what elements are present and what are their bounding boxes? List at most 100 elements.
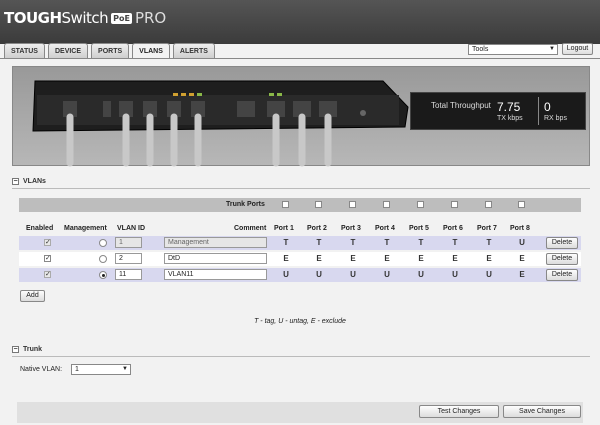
trunk-port-1-checkbox[interactable] [282, 201, 289, 208]
logout-button[interactable]: Logout [562, 43, 593, 55]
logo-tough: TOUGH [4, 9, 62, 27]
col-port-1: Port 1 [274, 225, 294, 232]
product-logo: TOUGH Switch PoE PRO [4, 9, 166, 27]
trunk-ports-label: Trunk Ports [226, 201, 265, 208]
tab-device[interactable]: DEVICE [47, 43, 89, 58]
delete-vlan-button[interactable]: Delete [546, 253, 578, 265]
col-management: Management [64, 225, 107, 232]
col-vlan-id: VLAN ID [117, 225, 145, 232]
delete-vlan-button[interactable]: Delete [546, 237, 578, 249]
chevron-down-icon: ▼ [549, 46, 555, 52]
vlan-port-5-mode[interactable]: E [414, 254, 428, 263]
trunk-port-7-checkbox[interactable] [485, 201, 492, 208]
native-vlan-select[interactable]: 1 ▼ [71, 364, 131, 375]
vlan-comment-input[interactable]: DtD [164, 253, 267, 264]
vlan-port-1-mode[interactable]: E [279, 254, 293, 263]
native-vlan-label: Native VLAN: [20, 366, 63, 373]
vlan-port-7-mode[interactable]: T [482, 238, 496, 247]
section-divider [12, 188, 590, 189]
vlan-port-5-mode[interactable]: T [414, 238, 428, 247]
col-port-2: Port 2 [307, 225, 327, 232]
trunk-port-4-checkbox[interactable] [383, 201, 390, 208]
main-tabs: STATUS DEVICE PORTS VLANS ALERTS [4, 43, 218, 59]
vlan-port-3-mode[interactable]: U [346, 270, 360, 279]
save-changes-button[interactable]: Save Changes [503, 405, 581, 418]
tab-ports[interactable]: PORTS [91, 43, 130, 58]
vlan-port-8-mode[interactable]: E [515, 254, 529, 263]
trunk-port-8-checkbox[interactable] [518, 201, 525, 208]
top-header: TOUGH Switch PoE PRO [0, 0, 600, 44]
collapse-icon[interactable]: − [12, 178, 19, 185]
vlan-port-8-mode[interactable]: E [515, 270, 529, 279]
switch-device-illustration [32, 80, 409, 167]
rx-value: 0 [544, 100, 551, 114]
vlan-id-input[interactable]: 2 [115, 253, 142, 264]
vlan-enabled-checkbox[interactable] [44, 254, 51, 262]
vlan-port-2-mode[interactable]: E [312, 254, 326, 263]
vlan-port-6-mode[interactable]: E [448, 254, 462, 263]
vlans-section-title: VLANs [23, 178, 46, 185]
vlan-port-2-mode[interactable]: U [312, 270, 326, 279]
vlan-comment-input[interactable]: Management [164, 237, 267, 248]
vlan-port-7-mode[interactable]: U [482, 270, 496, 279]
vlans-section-header[interactable]: − VLANs [12, 178, 46, 185]
col-port-6: Port 6 [443, 225, 463, 232]
vlan-port-2-mode[interactable]: T [312, 238, 326, 247]
tab-divider [0, 58, 600, 59]
trunk-port-2-checkbox[interactable] [315, 201, 322, 208]
logo-pro: PRO [134, 9, 167, 27]
add-vlan-button[interactable]: Add [20, 290, 45, 302]
vlan-enabled-checkbox[interactable] [44, 238, 51, 246]
vlan-port-3-mode[interactable]: T [346, 238, 360, 247]
vlan-id-input[interactable]: 11 [115, 269, 142, 280]
col-enabled: Enabled [26, 225, 54, 232]
vlan-management-radio[interactable] [99, 239, 107, 247]
logo-switch: Switch [61, 9, 109, 27]
tx-label: TX kbps [497, 115, 523, 122]
col-port-5: Port 5 [409, 225, 429, 232]
vlan-port-6-mode[interactable]: T [448, 238, 462, 247]
col-comment: Comment [234, 225, 267, 232]
vlan-comment-input[interactable]: VLAN11 [164, 269, 267, 280]
vlan-port-4-mode[interactable]: U [380, 270, 394, 279]
tab-vlans[interactable]: VLANS [132, 43, 170, 59]
trunk-port-3-checkbox[interactable] [349, 201, 356, 208]
tools-dropdown[interactable]: Tools ▼ [468, 44, 558, 55]
trunk-port-5-checkbox[interactable] [417, 201, 424, 208]
throughput-divider [538, 97, 539, 125]
col-port-4: Port 4 [375, 225, 395, 232]
logo-poe-badge: PoE [111, 12, 132, 24]
col-port-8: Port 8 [510, 225, 530, 232]
col-port-3: Port 3 [341, 225, 361, 232]
delete-vlan-button[interactable]: Delete [546, 269, 578, 281]
trunk-section-header[interactable]: − Trunk [12, 346, 42, 353]
vlan-port-1-mode[interactable]: T [279, 238, 293, 247]
col-port-7: Port 7 [477, 225, 497, 232]
rx-label: RX bps [544, 115, 567, 122]
vlan-port-1-mode[interactable]: U [279, 270, 293, 279]
native-vlan-value: 1 [75, 366, 79, 373]
vlan-id-input[interactable]: 1 [115, 237, 142, 248]
tools-dropdown-value: Tools [472, 46, 489, 53]
vlan-management-radio[interactable] [99, 255, 107, 263]
vlan-port-3-mode[interactable]: E [346, 254, 360, 263]
vlan-port-5-mode[interactable]: U [414, 270, 428, 279]
vlan-port-4-mode[interactable]: E [380, 254, 394, 263]
trunk-ports-bar [19, 198, 581, 212]
tab-status[interactable]: STATUS [4, 43, 45, 58]
collapse-icon[interactable]: − [12, 346, 19, 353]
vlan-port-8-mode[interactable]: U [515, 238, 529, 247]
vlan-port-7-mode[interactable]: E [482, 254, 496, 263]
vlan-management-radio[interactable] [99, 271, 107, 279]
section-divider [12, 356, 590, 357]
total-throughput-panel: Total Throughput 7.75 TX kbps 0 RX bps [410, 92, 586, 130]
vlan-port-6-mode[interactable]: U [448, 270, 462, 279]
trunk-section-title: Trunk [23, 346, 43, 353]
trunk-port-6-checkbox[interactable] [451, 201, 458, 208]
test-changes-button[interactable]: Test Changes [419, 405, 499, 418]
vlan-port-4-mode[interactable]: T [380, 238, 394, 247]
throughput-title: Total Throughput [431, 101, 491, 110]
tab-alerts[interactable]: ALERTS [172, 43, 215, 58]
vlan-enabled-checkbox[interactable] [44, 270, 51, 278]
chevron-down-icon: ▼ [122, 366, 128, 372]
